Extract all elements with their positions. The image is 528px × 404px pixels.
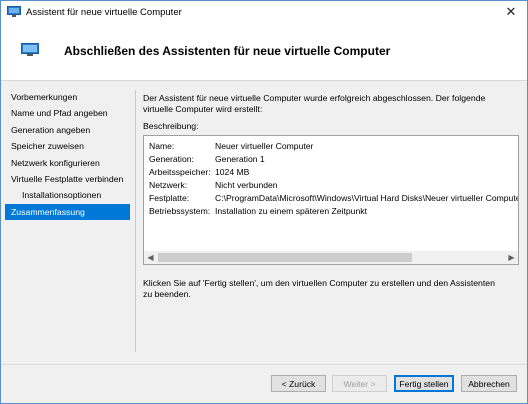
- wizard-content: Vorbemerkungen Name und Pfad angeben Gen…: [1, 81, 527, 403]
- nav-item-installationsoptionen[interactable]: Installationsoptionen: [5, 187, 130, 203]
- description-label: Beschreibung:: [143, 121, 199, 131]
- wizard-header: Abschließen des Assistenten für neue vir…: [1, 24, 527, 81]
- finish-instructions: Klicken Sie auf 'Fertig stellen', um den…: [143, 278, 495, 299]
- description-row: Generation: Generation 1: [149, 153, 265, 165]
- scroll-right-icon[interactable]: ▶: [505, 251, 518, 264]
- description-value: Nicht verbunden: [215, 180, 278, 190]
- scrollbar-thumb[interactable]: [158, 253, 412, 262]
- virtual-machine-icon: [21, 43, 39, 57]
- summary-panel: Der Assistent für neue virtuelle Compute…: [143, 93, 519, 299]
- intro-text: Der Assistent für neue virtuelle Compute…: [143, 93, 486, 114]
- finish-button[interactable]: Fertig stellen: [394, 375, 454, 392]
- description-key: Name:: [149, 141, 175, 151]
- wizard-step-nav: Vorbemerkungen Name und Pfad angeben Gen…: [5, 89, 130, 221]
- title-bar[interactable]: Assistent für neue virtuelle Computer ✕: [1, 1, 527, 24]
- nav-item-speicher[interactable]: Speicher zuweisen: [5, 138, 130, 154]
- description-row: Netzwerk: Nicht verbunden: [149, 179, 278, 191]
- page-title: Abschließen des Assistenten für neue vir…: [64, 44, 391, 58]
- description-row: Festplatte: C:\ProgramData\Microsoft\Wind…: [149, 192, 519, 204]
- nav-item-festplatte[interactable]: Virtuelle Festplatte verbinden: [5, 171, 130, 187]
- next-button[interactable]: Weiter >: [332, 375, 387, 392]
- description-value: C:\ProgramData\Microsoft\Windows\Virtual…: [215, 193, 519, 203]
- description-box[interactable]: Name: Neuer virtueller Computer Generatio…: [143, 135, 519, 265]
- footer-divider: [1, 364, 527, 365]
- nav-item-generation[interactable]: Generation angeben: [5, 122, 130, 138]
- description-value: Installation zu einem späteren Zeitpunkt: [215, 206, 367, 216]
- scroll-left-icon[interactable]: ◀: [144, 251, 157, 264]
- description-value: Neuer virtueller Computer: [215, 141, 314, 151]
- nav-item-netzwerk[interactable]: Netzwerk konfigurieren: [5, 155, 130, 171]
- window-title: Assistent für neue virtuelle Computer: [26, 7, 182, 18]
- hyper-v-monitor-icon: [7, 6, 21, 17]
- close-icon[interactable]: ✕: [497, 1, 525, 24]
- description-row: Name: Neuer virtueller Computer: [149, 140, 313, 152]
- description-key: Netzwerk:: [149, 180, 188, 190]
- back-button[interactable]: < Zurück: [271, 375, 326, 392]
- cancel-button[interactable]: Abbrechen: [461, 375, 517, 392]
- wizard-window: Assistent für neue virtuelle Computer ✕ …: [0, 0, 528, 404]
- horizontal-scrollbar[interactable]: ◀ ▶: [144, 251, 518, 264]
- nav-item-zusammenfassung[interactable]: Zusammenfassung: [5, 203, 130, 221]
- nav-item-name-und-pfad[interactable]: Name und Pfad angeben: [5, 105, 130, 121]
- description-value: 1024 MB: [215, 167, 250, 177]
- nav-divider: [135, 90, 136, 352]
- description-row: Arbeitsspeicher: 1024 MB: [149, 166, 249, 178]
- description-key: Arbeitsspeicher:: [149, 167, 211, 177]
- description-key: Generation:: [149, 154, 194, 164]
- description-value: Generation 1: [215, 154, 265, 164]
- nav-item-vorbemerkungen[interactable]: Vorbemerkungen: [5, 89, 130, 105]
- description-key: Festplatte:: [149, 193, 190, 203]
- description-row: Betriebssystem: Installation zu einem spä…: [149, 205, 367, 217]
- description-key: Betriebssystem:: [149, 206, 211, 216]
